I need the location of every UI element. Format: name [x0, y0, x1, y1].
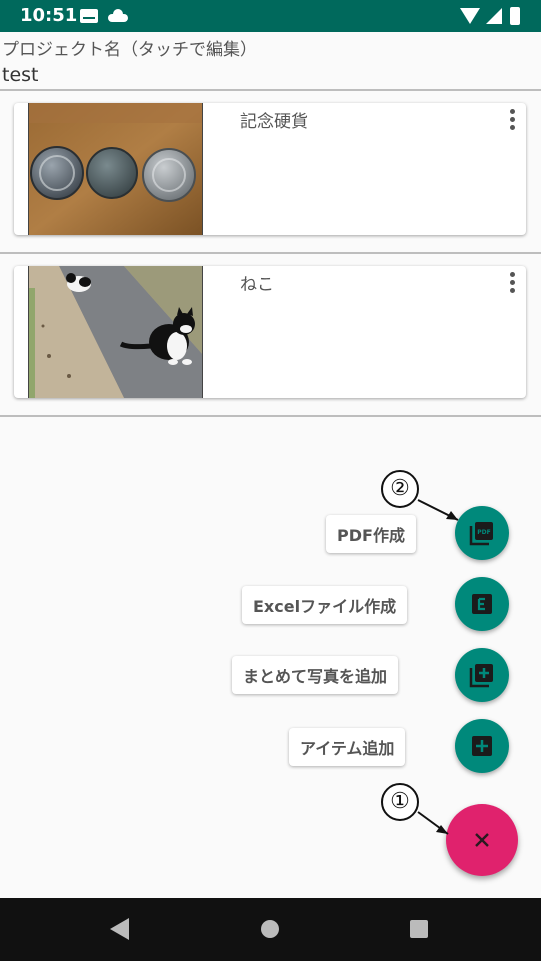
pdf-create-label[interactable]: PDF作成 — [326, 515, 416, 553]
battery-icon — [510, 7, 520, 25]
project-name-field[interactable]: test — [2, 64, 39, 86]
recents-icon[interactable] — [410, 920, 428, 938]
divider — [0, 415, 541, 417]
project-name-label: プロジェクト名（タッチで編集） — [2, 40, 257, 60]
cat-photo[interactable] — [28, 266, 203, 398]
back-icon[interactable] — [110, 918, 129, 940]
status-time: 10:51 — [20, 5, 78, 26]
item-card-coins[interactable]: 記念硬貨 — [14, 103, 526, 235]
add-item-label[interactable]: アイテム追加 — [289, 728, 406, 766]
callout-1: ① — [381, 783, 419, 821]
add-photos-icon — [469, 664, 493, 688]
signal-icon — [486, 8, 502, 24]
pdf-create-button[interactable]: PDF — [455, 506, 509, 560]
close-icon — [475, 833, 489, 847]
add-box-icon — [472, 736, 492, 756]
excel-icon — [472, 594, 492, 614]
svg-text:PDF: PDF — [477, 529, 490, 536]
divider — [0, 89, 541, 91]
callout-2: ② — [381, 470, 419, 508]
coins-photo[interactable] — [28, 103, 203, 235]
more-vert-icon[interactable] — [510, 109, 516, 131]
gmail-icon — [80, 9, 98, 23]
cloud-icon — [108, 9, 128, 22]
navigation-bar — [0, 898, 541, 961]
item-card-cat[interactable]: ねこ — [14, 266, 526, 398]
speed-dial-close-button[interactable] — [446, 804, 518, 876]
wifi-icon — [460, 8, 480, 24]
status-bar: 10:51 — [0, 0, 541, 32]
add-item-button[interactable] — [455, 719, 509, 773]
item-title: ねこ — [240, 275, 274, 295]
excel-create-label[interactable]: Excelファイル作成 — [242, 586, 408, 624]
more-vert-icon[interactable] — [510, 272, 516, 294]
item-title: 記念硬貨 — [240, 112, 308, 132]
pdf-icon: PDF — [469, 522, 493, 546]
add-photos-button[interactable] — [455, 648, 509, 702]
divider — [0, 252, 541, 254]
excel-create-button[interactable] — [455, 577, 509, 631]
home-icon[interactable] — [261, 920, 279, 938]
add-photos-label[interactable]: まとめて写真を追加 — [232, 656, 399, 694]
